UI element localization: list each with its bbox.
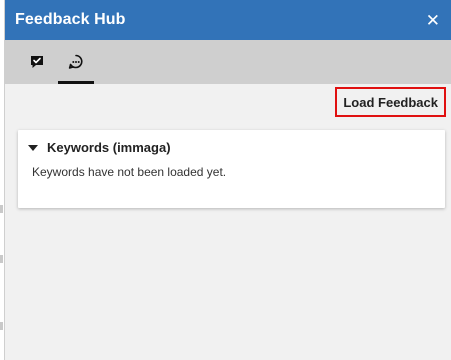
keywords-card-header[interactable]: Keywords (immaga) bbox=[28, 140, 171, 155]
keywords-status-message: Keywords have not been loaded yet. bbox=[32, 165, 227, 179]
load-feedback-button[interactable]: Load Feedback bbox=[335, 87, 446, 117]
edge-marker bbox=[0, 255, 3, 263]
tab-feedback[interactable] bbox=[19, 40, 55, 84]
edge-marker bbox=[0, 322, 3, 330]
edge-marker bbox=[0, 205, 3, 213]
feedback-icon bbox=[31, 56, 43, 68]
panel-title: Feedback Hub bbox=[15, 11, 126, 28]
close-icon[interactable]: ✕ bbox=[420, 10, 442, 31]
keywords-card-title: Keywords (immaga) bbox=[47, 140, 171, 155]
tab-keywords[interactable] bbox=[58, 40, 94, 84]
keywords-card: Keywords (immaga) Keywords have not been… bbox=[18, 130, 445, 208]
tab-bar bbox=[5, 40, 451, 84]
caret-down-icon bbox=[28, 145, 38, 151]
keywords-icon bbox=[68, 54, 83, 69]
feedback-hub-panel: Feedback Hub ✕ Load Feedback Keywords (i… bbox=[4, 0, 451, 360]
action-bar: Load Feedback bbox=[5, 84, 451, 128]
panel-titlebar: Feedback Hub ✕ bbox=[5, 0, 451, 40]
